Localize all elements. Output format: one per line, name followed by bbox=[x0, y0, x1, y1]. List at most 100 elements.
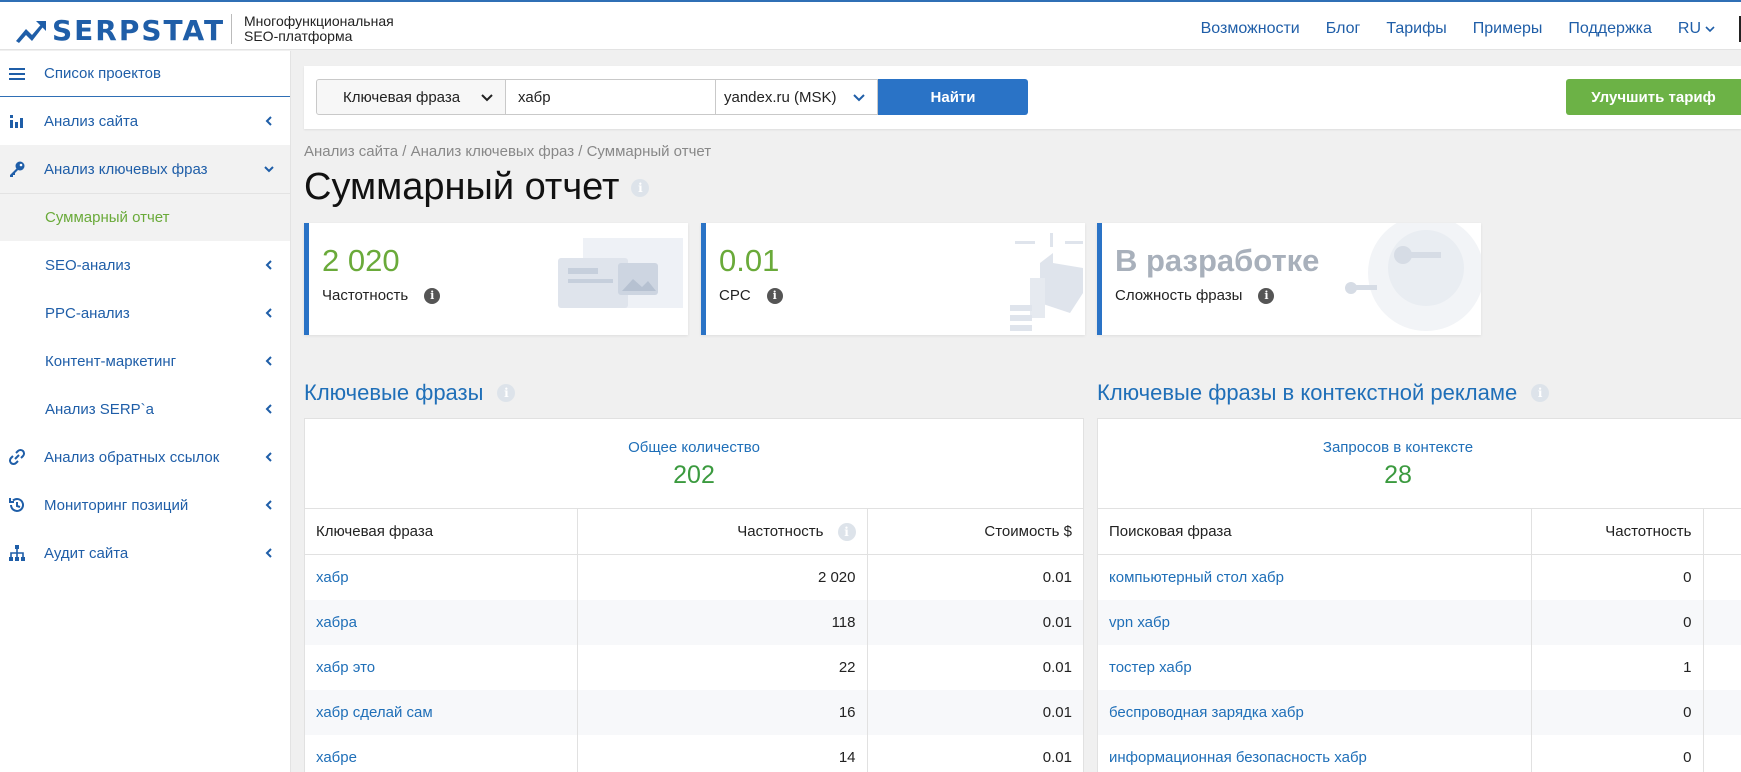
find-button[interactable]: Найти bbox=[878, 79, 1028, 115]
keyword-link[interactable]: тостер хабр bbox=[1098, 645, 1531, 690]
sidebar-subitem-label: Контент-маркетинг bbox=[45, 352, 177, 370]
key-icon bbox=[10, 161, 25, 177]
nav-support[interactable]: Поддержка bbox=[1568, 20, 1651, 38]
cost-cell: 0.01 bbox=[866, 599, 1083, 645]
nav-pricing[interactable]: Тарифы bbox=[1386, 20, 1446, 38]
keyword-link[interactable]: vpn хабр bbox=[1098, 599, 1531, 645]
sidebar-subitem-ppc-analysis[interactable]: PPC-анализ bbox=[0, 289, 290, 337]
keyword-link[interactable]: беспроводная зарядка хабр bbox=[1098, 689, 1531, 735]
sidebar-subitem-content-marketing[interactable]: Контент-маркетинг bbox=[0, 337, 290, 385]
table-row: компьютерный стол хабр 0 bbox=[1098, 554, 1741, 600]
metric-label: Сложность фразы i bbox=[1115, 287, 1275, 304]
logo-text: SERPSTAT bbox=[52, 14, 226, 47]
chevron-left-icon bbox=[265, 260, 272, 270]
sidebar-subitem-label: Суммарный отчет bbox=[45, 209, 170, 226]
column-header-keyword[interactable]: Ключевая фраза bbox=[305, 508, 577, 555]
info-icon[interactable]: i bbox=[837, 522, 856, 541]
column-header-label: Частотность bbox=[737, 523, 824, 540]
empty-cell bbox=[1702, 734, 1741, 772]
metric-value: 0.01 bbox=[719, 243, 780, 278]
table-row: хабра 118 0.01 bbox=[305, 599, 1083, 645]
table-row: хабр 2 020 0.01 bbox=[305, 554, 1083, 600]
column-header-volume[interactable]: Частотность i bbox=[576, 508, 867, 555]
keyword-link[interactable]: хабр сделай сам bbox=[305, 689, 577, 735]
volume-cell: 2 020 bbox=[576, 554, 867, 600]
info-icon[interactable]: i bbox=[1258, 287, 1275, 304]
empty-cell bbox=[1702, 599, 1741, 645]
chevron-left-icon bbox=[265, 308, 272, 318]
logo-divider bbox=[231, 14, 232, 44]
sidebar-subitem-seo-analysis[interactable]: SEO-анализ bbox=[0, 241, 290, 289]
total-label: Запросов в контексте bbox=[1322, 439, 1474, 456]
metric-value: В разработке bbox=[1115, 243, 1320, 278]
column-header-volume[interactable]: Частотность bbox=[1530, 508, 1703, 555]
bar-chart-icon bbox=[10, 115, 23, 128]
tagline-line2: SEO-платформа bbox=[244, 28, 353, 44]
info-icon[interactable]: i bbox=[766, 287, 783, 304]
serpstat-logo[interactable]: SERPSTAT bbox=[16, 14, 225, 47]
nav-blog[interactable]: Блог bbox=[1326, 20, 1361, 38]
cost-cell: 0.01 bbox=[866, 734, 1083, 772]
chevron-down-icon bbox=[481, 94, 493, 102]
keyword-link[interactable]: хабр bbox=[305, 555, 577, 600]
sidebar-item-projects[interactable]: Список проектов bbox=[0, 51, 290, 97]
metric-label: Частотность i bbox=[322, 287, 441, 304]
info-icon[interactable]: i bbox=[424, 287, 441, 304]
volume-cell: 16 bbox=[576, 689, 867, 735]
info-icon[interactable]: i bbox=[631, 178, 650, 197]
chevron-down-icon bbox=[264, 166, 274, 173]
card-illustration-icon bbox=[1010, 233, 1083, 331]
keyword-link[interactable]: компьютерный стол хабр bbox=[1098, 555, 1531, 600]
column-header-search-phrase[interactable]: Поисковая фраза bbox=[1098, 508, 1531, 555]
ppc-section-title: Ключевые фразы в контекстной рекламе i bbox=[1097, 380, 1550, 406]
info-icon[interactable]: i bbox=[497, 384, 516, 402]
chevron-left-icon bbox=[265, 548, 272, 558]
column-header-next bbox=[1702, 508, 1741, 555]
sidebar-item-site-analysis[interactable]: Анализ сайта bbox=[0, 97, 290, 145]
keywords-panel: Общее количество 202 Ключевая фраза Част… bbox=[304, 418, 1084, 772]
sidebar-item-label: Анализ ключевых фраз bbox=[44, 160, 208, 178]
total-label: Общее количество bbox=[628, 439, 760, 456]
search-input[interactable] bbox=[506, 79, 716, 115]
keyword-link[interactable]: информационная безопасность хабр bbox=[1098, 735, 1531, 772]
sidebar-item-rank-tracking[interactable]: Мониторинг позиций bbox=[0, 481, 290, 529]
sidebar-item-backlinks[interactable]: Анализ обратных ссылок bbox=[0, 433, 290, 481]
nav-features[interactable]: Возможности bbox=[1201, 20, 1300, 38]
table-row: vpn хабр 0 bbox=[1098, 599, 1741, 645]
keyword-link[interactable]: хабре bbox=[305, 735, 577, 772]
metric-card-difficulty: В разработке Сложность фразы i bbox=[1097, 223, 1481, 335]
top-header: SERPSTAT Многофункциональная SEO-платфор… bbox=[0, 0, 1741, 50]
language-selector[interactable]: RU bbox=[1678, 20, 1715, 38]
sidebar-item-keyword-analysis[interactable]: Анализ ключевых фраз bbox=[0, 145, 290, 193]
database-value: yandex.ru (MSK) bbox=[724, 88, 837, 106]
total-value: 202 bbox=[673, 461, 715, 489]
upgrade-plan-button[interactable]: Улучшить тариф bbox=[1566, 79, 1741, 115]
database-select[interactable]: yandex.ru (MSK) bbox=[716, 79, 878, 115]
language-label: RU bbox=[1677, 20, 1701, 37]
volume-cell: 22 bbox=[576, 644, 867, 690]
sidebar-subitem-summary-report[interactable]: Суммарный отчет bbox=[0, 193, 290, 241]
table-header-row: Поисковая фраза Частотность bbox=[1098, 508, 1741, 555]
tagline: Многофункциональная SEO-платформа bbox=[244, 14, 394, 44]
keyword-link[interactable]: хабра bbox=[305, 599, 577, 645]
chevron-left-icon bbox=[265, 404, 272, 414]
sidebar-item-label: Список проектов bbox=[44, 65, 161, 82]
volume-cell: 0 bbox=[1530, 599, 1703, 645]
sidebar-subitem-serp-analysis[interactable]: Анализ SERP`а bbox=[0, 385, 290, 433]
info-icon[interactable]: i bbox=[1531, 384, 1550, 402]
card-illustration-icon bbox=[558, 238, 683, 308]
sidebar-item-site-audit[interactable]: Аудит сайта bbox=[0, 529, 290, 577]
metric-label-text: Сложность фразы bbox=[1115, 287, 1243, 304]
search-type-select[interactable]: Ключевая фраза bbox=[316, 79, 506, 115]
volume-cell: 0 bbox=[1530, 689, 1703, 735]
breadcrumb: Анализ сайта / Анализ ключевых фраз / Су… bbox=[304, 143, 712, 160]
keyword-link[interactable]: хабр это bbox=[305, 645, 577, 690]
logo-mark-icon bbox=[16, 20, 46, 43]
nav-examples[interactable]: Примеры bbox=[1473, 20, 1543, 38]
chevron-left-icon bbox=[265, 452, 272, 462]
metric-label-text: CPC bbox=[719, 287, 751, 304]
column-header-cost[interactable]: Стоимость $ bbox=[866, 508, 1083, 555]
chevron-left-icon bbox=[265, 116, 272, 126]
volume-cell: 0 bbox=[1530, 734, 1703, 772]
page-title: Суммарный отчет i bbox=[304, 166, 650, 209]
